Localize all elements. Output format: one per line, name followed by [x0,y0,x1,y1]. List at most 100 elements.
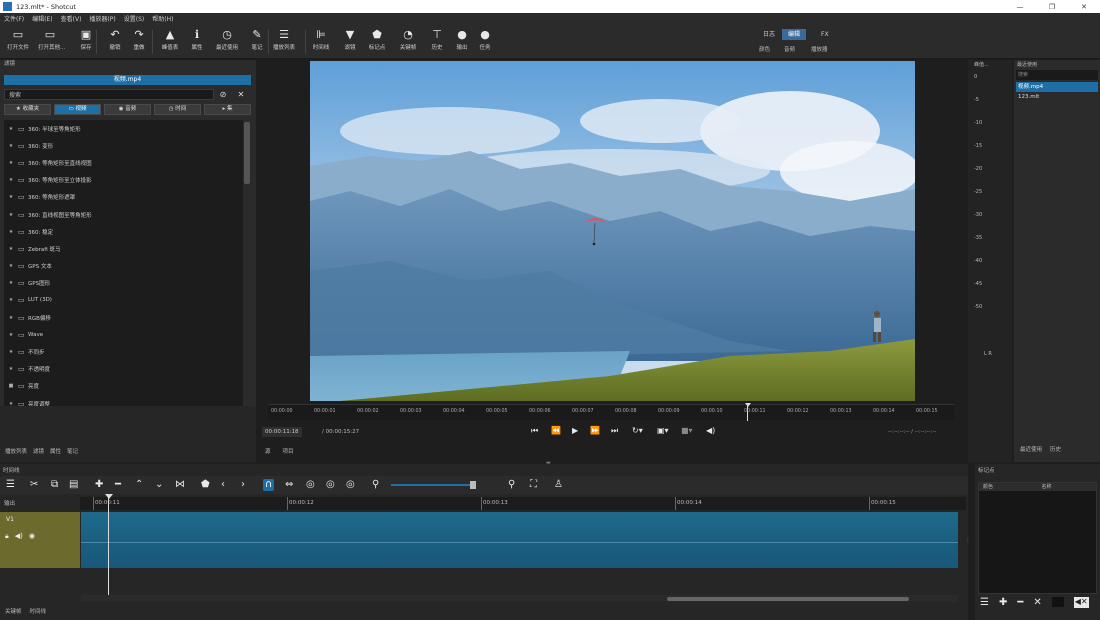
lift-icon[interactable]: ⌃ [135,479,143,491]
filter-list-item[interactable]: ★ ▭ 360: 直线视图至等角矩形 [4,206,243,223]
toolbar-filter-button[interactable]: ▼ 滤镜 [338,27,362,51]
remove-marker-icon[interactable]: ━ [1017,597,1023,608]
tab-playlist[interactable]: 播放列表 [5,447,27,455]
favorite-star-icon[interactable]: ★ [4,263,18,269]
toolbar-undo-button[interactable]: ↶ 撤销 [103,27,127,51]
layout-sub-button[interactable]: 音频 [784,45,795,53]
zoom-out-icon[interactable]: ⚲ [372,479,379,491]
zoom-fit-icon[interactable]: ⛶ [530,479,537,491]
filter-list-item[interactable]: ★ ▭ GPS图形 [4,275,243,292]
record-audio-icon[interactable]: ♙ [554,479,563,491]
toolbar-playlist-button[interactable]: ☰ 播放列表 [272,27,296,51]
tab-notes[interactable]: 笔记 [67,447,78,455]
minimize-button[interactable]: — [1004,3,1036,11]
loop-icon[interactable]: ↻▾ [632,426,643,435]
tab-source[interactable]: 源 [265,447,271,457]
marker-icon[interactable]: ⬟ [201,479,210,491]
filter-list-item[interactable]: ★ ▭ RGB偏移 [4,309,243,326]
layout-button[interactable]: 编辑 [782,29,807,40]
filter-list-item[interactable]: ★ ▭ 360: 稳定 [4,223,243,240]
player-scrub-ruler[interactable]: 00:00:00 00:00:01 00:00:02 00:00:03 00:00:04… [268,403,954,421]
recent-item[interactable]: 123.mlt [1016,92,1098,102]
tab-project[interactable]: 项目 [283,447,294,457]
toolbar-properties-button[interactable]: ℹ 属性 [185,27,209,51]
layout-sub-button[interactable]: 颜色 [759,45,770,53]
ripple-markers-icon[interactable]: ◎ [346,479,355,491]
snap-icon[interactable]: ∩ [263,479,275,491]
favorite-star-icon[interactable]: ★ [4,229,18,235]
favorite-star-icon[interactable]: ★ [4,212,18,218]
favorite-star-icon[interactable]: ★ [4,349,18,355]
volume-icon[interactable]: ◀) [706,426,715,435]
toolbar-save-button[interactable]: ▣ 保存 [74,27,98,51]
filter-list-item[interactable]: ★ ▭ 360: 等角矩形遮罩 [4,189,243,206]
filter-list-item[interactable]: ★ ▭ 亮度调整 [4,395,243,406]
filter-list-item[interactable]: ★ ▭ 不同步 [4,343,243,360]
fast-forward-icon[interactable]: ⏩ [590,426,600,435]
video-preview[interactable] [310,61,915,401]
skip-next-icon[interactable]: ⏭ [611,426,618,436]
toolbar-jobs-button[interactable]: ● 任务 [473,27,497,51]
panel-splitter[interactable]: ▬ [546,460,554,466]
layout-button[interactable]: FX [815,29,835,40]
remove-icon[interactable]: ━ [115,479,121,491]
timeline-horizontal-scrollbar[interactable] [81,595,958,602]
split-icon[interactable]: ⋈ [175,479,185,491]
timeline-menu-icon[interactable]: ☰ [6,479,15,491]
timeline-vertical-handle[interactable]: ⋮ [965,537,971,544]
menu-edit[interactable]: 编辑(E) [32,14,52,23]
zoom-in-icon[interactable]: ⚲ [508,479,515,491]
lock-icon[interactable]: 🔒︎ [5,532,9,541]
close-search-icon[interactable]: ✕ [232,90,250,99]
favorite-star-icon[interactable]: ★ [4,177,18,183]
grid-icon[interactable]: ■▾ [681,426,693,435]
filter-list-item[interactable]: ★ ▭ 不透明度 [4,361,243,378]
filter-list-item[interactable]: ★ ▭ Zebrafi 斑马 [4,240,243,257]
tab-favorites[interactable]: ★ 收藏夹 [4,104,51,115]
favorite-star-icon[interactable]: ★ [4,280,18,286]
menu-help[interactable]: 帮助(H) [152,14,173,23]
ripple-icon[interactable]: ◎ [306,479,315,491]
toolbar-keyframes-button[interactable]: ◔ 关键帧 [396,27,420,51]
favorite-star-icon[interactable]: ★ [4,246,18,252]
toolbar-history-button[interactable]: ⊤ 历史 [425,27,449,51]
maximize-button[interactable]: ❐ [1036,3,1068,11]
overwrite-icon[interactable]: ⌄ [155,479,163,491]
favorite-star-icon[interactable]: ★ [4,194,18,200]
tab-audio[interactable]: ◉ 音频 [104,104,151,115]
favorite-star-icon[interactable]: ★ [4,126,18,132]
recent-item[interactable]: 视频.mp4 [1016,82,1098,92]
tab-properties[interactable]: 属性 [50,447,61,455]
column-color[interactable]: 颜色 [979,483,1038,491]
toolbar-open-other-button[interactable]: ▭ 打开其他... [38,27,65,51]
current-timecode[interactable]: 00:00:11:18 [262,427,302,437]
previous-marker-icon[interactable]: ‹ [221,479,225,491]
zoom-icon[interactable]: ▣▾ [657,426,669,435]
scrollbar-thumb[interactable] [244,122,250,184]
menu-player[interactable]: 播放器(P) [89,14,115,23]
layout-button[interactable]: 日志 [757,29,781,40]
rewind-icon[interactable]: ⏪ [551,426,561,435]
favorite-star-icon[interactable]: ★ [4,332,18,338]
scrub-icon[interactable]: ⇔ [285,479,293,491]
tab-time[interactable]: ◷ 时间 [154,104,201,115]
tab-keyframes[interactable]: 关键帧 [5,607,22,615]
timeline-ruler[interactable]: 00:00:1100:00:1200:00:1300:00:1400:00:15 [80,497,966,510]
filter-list-item[interactable]: ★ ▭ 360: 半球至等角矩形 [4,120,243,137]
menu-file[interactable]: 文件(F) [4,14,24,23]
filter-list-item[interactable]: ★ ▭ 360: 等角矩形至直线视图 [4,154,243,171]
recent-search-input[interactable]: 搜索 [1016,70,1098,80]
filter-list-item[interactable]: ★ ▭ 360: 变形 [4,137,243,154]
tab-video[interactable]: ▭ 视频 [54,104,101,115]
tab-recent[interactable]: 最近使用 [1020,445,1042,453]
mute-icon[interactable]: ◀) [15,532,23,541]
markers-menu-icon[interactable]: ☰ [980,597,989,608]
tab-history[interactable]: 历史 [1050,445,1061,453]
zoom-slider-knob[interactable] [470,481,476,489]
favorite-star-icon[interactable]: ★ [4,143,18,149]
cut-icon[interactable]: ✂ [30,479,38,491]
toolbar-recent-button[interactable]: ◷ 最近使用 [215,27,239,51]
paste-icon[interactable]: ▤ [69,479,78,491]
tab-filters[interactable]: 滤镜 [33,447,44,455]
clear-markers-icon[interactable]: ✕ [1033,597,1041,608]
